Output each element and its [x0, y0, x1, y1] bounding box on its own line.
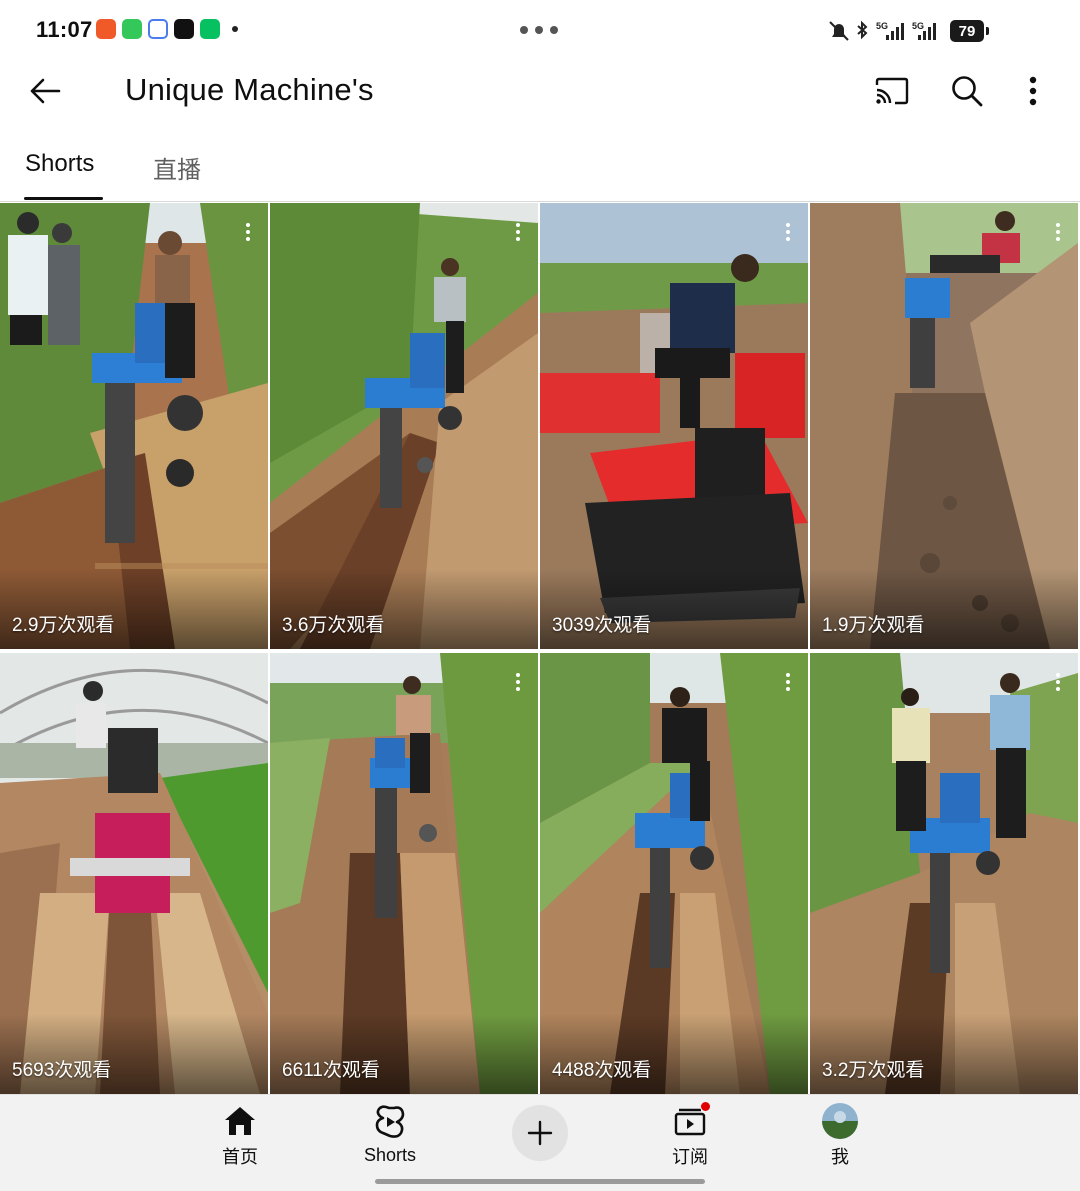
short-tile[interactable]: 1.9万次观看: [810, 203, 1078, 649]
tile-more-button[interactable]: [506, 217, 530, 247]
active-tab-indicator: [24, 197, 103, 200]
pumpkin-app-icon: [96, 19, 116, 39]
view-count: 6611次观看: [282, 1060, 380, 1081]
nav-subscriptions[interactable]: 订阅: [640, 1101, 740, 1169]
home-icon: [220, 1103, 260, 1139]
nav-home[interactable]: 首页: [190, 1103, 290, 1169]
short-tile[interactable]: 3.2万次观看: [810, 653, 1078, 1094]
home-indicator: [375, 1179, 705, 1184]
tile-more-button[interactable]: [236, 217, 260, 247]
view-count: 3039次观看: [552, 615, 652, 636]
more-options-button[interactable]: [1010, 68, 1056, 114]
tile-more-button[interactable]: [506, 667, 530, 697]
view-count: 4488次观看: [552, 1060, 652, 1081]
view-count: 1.9万次观看: [822, 615, 925, 636]
svg-text:5G: 5G: [912, 21, 924, 31]
create-button[interactable]: [512, 1105, 568, 1161]
status-more-dot: [232, 26, 238, 32]
tile-more-button[interactable]: [776, 217, 800, 247]
wechat-icon: [200, 19, 220, 39]
short-tile[interactable]: 6611次观看: [270, 653, 538, 1094]
status-icons-right: 5G 5G: [828, 18, 938, 46]
app-header: Unique Machine's: [0, 62, 1080, 122]
cast-icon: [875, 77, 909, 105]
short-tile[interactable]: 4488次观看: [540, 653, 808, 1094]
more-vert-icon: [1029, 76, 1037, 106]
mail-app-icon: [148, 19, 168, 39]
view-count: 2.9万次观看: [12, 615, 115, 636]
bottom-navigation: 首页 Shorts 订阅 我: [0, 1094, 1080, 1191]
short-tile[interactable]: 3039次观看: [540, 203, 808, 649]
channel-title: Unique Machine's: [125, 72, 374, 107]
nav-shorts-label: Shorts: [363, 1145, 417, 1165]
status-center-dots: [520, 26, 558, 34]
nav-subscriptions-label: 订阅: [672, 1147, 708, 1167]
channel-tabs: Shorts 直播: [0, 135, 1080, 202]
view-count: 3.2万次观看: [822, 1060, 925, 1081]
status-time: 11:07: [36, 17, 93, 42]
svg-text:5G: 5G: [876, 21, 888, 31]
subscriptions-icon: [670, 1101, 711, 1139]
battery-indicator: 79: [950, 20, 989, 42]
tab-shorts[interactable]: Shorts: [25, 150, 94, 178]
cast-button[interactable]: [869, 68, 915, 114]
nav-you-label: 我: [831, 1147, 849, 1167]
search-button[interactable]: [944, 68, 990, 114]
back-arrow-icon: [30, 78, 61, 104]
view-count: 3.6万次观看: [282, 615, 385, 636]
plus-icon: [527, 1120, 553, 1146]
nav-you[interactable]: 我: [790, 1103, 890, 1169]
tile-more-button[interactable]: [776, 667, 800, 697]
short-tile[interactable]: 5693次观看: [0, 653, 268, 1094]
tile-more-button[interactable]: [1046, 667, 1070, 697]
tiktok-icon: [174, 19, 194, 39]
back-button[interactable]: [22, 68, 68, 114]
tile-more-button[interactable]: [1046, 217, 1070, 247]
view-count: 5693次观看: [12, 1060, 112, 1081]
status-bar: 11:07 5G 5G 79: [0, 0, 1080, 62]
shorts-icon: [370, 1103, 410, 1141]
avatar: [822, 1103, 858, 1139]
nav-home-label: 首页: [222, 1147, 258, 1167]
search-icon: [952, 76, 983, 107]
mute-bluetooth-signal-icons: 5G 5G: [829, 20, 936, 41]
short-tile[interactable]: 2.9万次观看: [0, 203, 268, 649]
tab-live[interactable]: 直播: [153, 150, 201, 185]
shorts-grid: 2.9万次观看 3.6万次观看 3039次观看 1.9万次观看 5693次观看 …: [0, 203, 1080, 1094]
short-tile[interactable]: 3.6万次观看: [270, 203, 538, 649]
status-app-icons: [96, 19, 238, 39]
nav-shorts[interactable]: Shorts: [340, 1103, 440, 1169]
green-app-icon: [122, 19, 142, 39]
notification-badge: [700, 1101, 711, 1112]
